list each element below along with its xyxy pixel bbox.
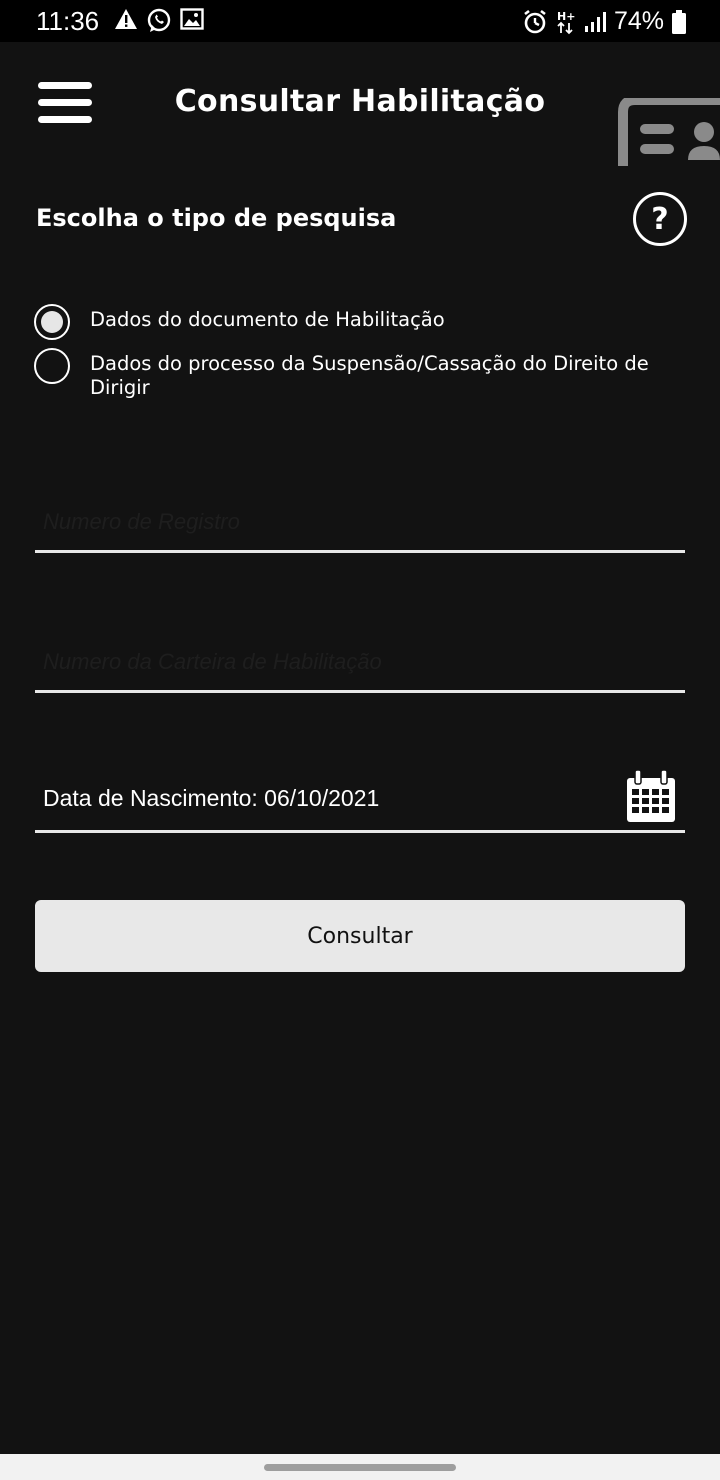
radio-label-processo: Dados do processo da Suspensão/Cassação …: [90, 352, 649, 399]
whatsapp-icon: [147, 8, 171, 32]
radio-option-documento[interactable]: Dados do documento de Habilitação: [34, 304, 690, 340]
radio-selected-dot: [41, 311, 63, 333]
home-gesture-handle[interactable]: [264, 1464, 456, 1471]
app-bar: Consultar Habilitação: [0, 42, 720, 172]
carteira-field: [35, 626, 685, 693]
battery-icon: [672, 9, 686, 34]
signal-icon: [584, 11, 606, 32]
radio-label-documento: Dados do documento de Habilitação: [90, 308, 445, 331]
network-hplus-icon: H+: [557, 10, 575, 34]
radio-button-selected[interactable]: [34, 304, 70, 340]
search-type-title: Escolha o tipo de pesquisa: [36, 204, 397, 232]
battery-percentage: 74%: [613, 7, 664, 35]
carteira-input[interactable]: [41, 648, 665, 676]
consult-button[interactable]: Consultar: [35, 900, 685, 972]
radio-button-unselected[interactable]: [34, 348, 70, 384]
system-nav-bar: [0, 1454, 720, 1480]
status-time: 11:36: [36, 6, 100, 36]
birth-date-text: Data de Nascimento: 06/10/2021: [43, 785, 380, 811]
calendar-icon[interactable]: [625, 770, 677, 824]
registro-field: [35, 486, 685, 553]
warning-icon: [115, 9, 137, 29]
alarm-icon: [524, 9, 546, 33]
image-icon: [180, 8, 204, 30]
birth-date-field[interactable]: Data de Nascimento: 06/10/2021: [35, 766, 685, 833]
svg-text:H+: H+: [557, 10, 575, 23]
page-title: Consultar Habilitação: [174, 84, 546, 119]
help-icon[interactable]: ?: [633, 192, 687, 246]
status-bar: 11:36 H+ 74%: [0, 0, 720, 42]
license-card-icon[interactable]: [618, 98, 720, 166]
radio-option-processo[interactable]: Dados do processo da Suspensão/Cassação …: [34, 348, 690, 400]
registro-input[interactable]: [41, 508, 665, 536]
